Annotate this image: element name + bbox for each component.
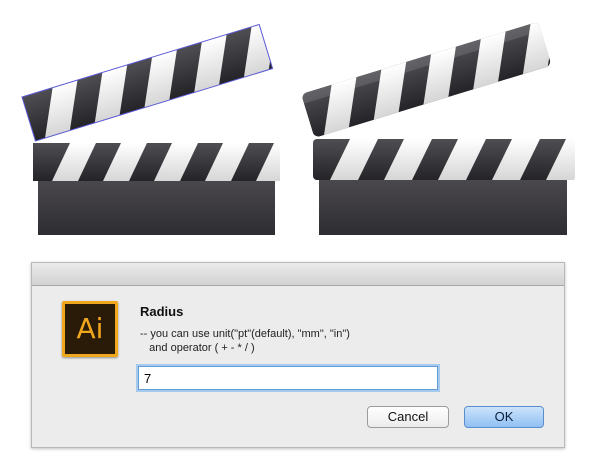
dialog-title-bar[interactable] <box>32 263 564 286</box>
app-icon-label: Ai <box>76 312 104 345</box>
left-clapper-body <box>38 181 275 235</box>
cancel-button[interactable]: Cancel <box>367 406 449 428</box>
prompt-hint-units: -- you can use unit("pt"(default), "mm",… <box>140 328 350 340</box>
prompt-hint-operators: and operator ( + - * / ) <box>140 342 255 354</box>
right-clapper-stick <box>301 21 552 138</box>
clapperboard-illustrations <box>21 21 575 235</box>
right-clapper-hinge-bar <box>313 139 575 180</box>
ok-button[interactable]: OK <box>464 406 544 428</box>
radius-dialog: Ai Radius -- you can use unit("pt"(defau… <box>31 262 565 448</box>
right-clapper-body <box>319 180 567 235</box>
prompt-title: Radius <box>140 304 184 319</box>
radius-input[interactable] <box>138 366 438 390</box>
left-clapper-hinge-bar <box>33 143 280 181</box>
right-clapperboard <box>301 21 575 235</box>
left-clapperboard <box>21 23 280 235</box>
adobe-illustrator-icon: Ai <box>62 301 118 357</box>
left-clapper-stick <box>21 23 274 142</box>
